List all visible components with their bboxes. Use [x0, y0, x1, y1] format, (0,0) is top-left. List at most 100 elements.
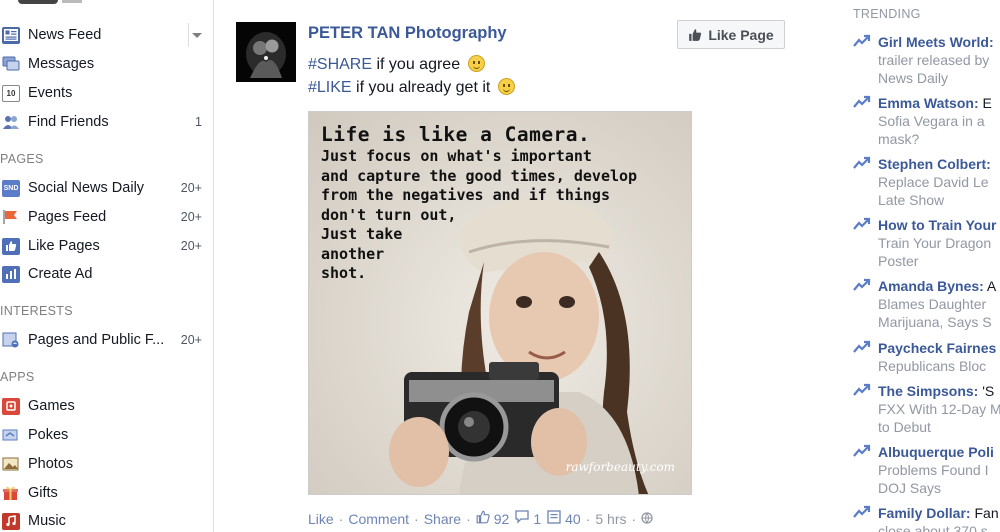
sidebar-item-news-feed[interactable]: News Feed	[0, 23, 210, 47]
left-sidebar: News Feed Messages 10 Events Find Friend…	[0, 0, 214, 532]
sidebar-item-gifts[interactable]: Gifts	[0, 481, 210, 505]
sidebar-item-pokes[interactable]: Pokes	[0, 423, 210, 447]
chevron-down-icon[interactable]	[192, 32, 202, 38]
trending-title[interactable]: Emma Watson: E	[878, 94, 992, 112]
trending-arrow-icon	[853, 34, 871, 47]
trending-title[interactable]: The Simpsons: 'S	[878, 382, 994, 400]
trending-desc-line: trailer released by	[878, 52, 990, 68]
trending-title-text: The Simpsons:	[878, 383, 979, 399]
pages-feed-icon	[2, 208, 20, 226]
trending-title[interactable]: Paycheck Fairnes	[878, 339, 996, 357]
events-icon: 10	[2, 84, 20, 102]
sidebar-item-create-ad[interactable]: Create Ad	[0, 262, 210, 286]
snd-icon: SND	[2, 179, 20, 197]
separator-dot: ·	[631, 510, 637, 527]
create-ad-icon	[2, 265, 20, 283]
comment-link[interactable]: Comment	[348, 511, 409, 527]
profile-avatar-crop[interactable]	[18, 0, 58, 4]
news-feed-icon	[2, 26, 20, 44]
trending-title[interactable]: Girl Meets World:	[878, 33, 994, 51]
post-photo[interactable]: Life is like a Camera. Just focus on wha…	[308, 111, 692, 495]
thumbs-up-icon	[476, 510, 490, 527]
sidebar-item-count: 20+	[180, 239, 202, 253]
feed-post: PETER TAN Photography Like Page #SHARE i…	[236, 0, 796, 532]
trending-arrow-icon	[853, 217, 871, 230]
sidebar-item-label: Pages Feed	[28, 209, 107, 225]
trending-title-text: Amanda Bynes:	[878, 278, 984, 294]
trending-description: Train Your Dragon Poster	[878, 234, 1000, 270]
games-icon	[2, 397, 20, 415]
likes-count[interactable]: 92	[494, 511, 510, 527]
sidebar-item-label: Events	[28, 85, 73, 101]
thumbs-up-icon	[689, 28, 702, 41]
find-friends-icon	[2, 113, 20, 131]
sidebar-item-pages-public-feeds[interactable]: Pages and Public F... 20+	[0, 328, 210, 352]
quote-line: Just take	[321, 225, 403, 243]
post-timestamp[interactable]: 5 hrs	[595, 511, 626, 527]
like-page-label: Like Page	[708, 26, 774, 43]
profile-name-crop[interactable]	[62, 0, 82, 3]
trending-title[interactable]: Family Dollar: Fan	[878, 504, 999, 522]
separator-dot: ·	[466, 510, 471, 527]
trending-title-tail: E	[978, 95, 992, 111]
trending-arrow-icon	[853, 156, 871, 169]
globe-icon[interactable]	[641, 511, 653, 527]
trending-title[interactable]: Amanda Bynes: A	[878, 277, 996, 295]
page-avatar[interactable]	[236, 22, 296, 82]
quote-line: don't turn out,	[321, 205, 457, 224]
trending-desc-line: Republicans Bloc	[878, 358, 987, 374]
separator-dot: ·	[414, 510, 419, 527]
trending-arrow-icon	[853, 340, 871, 353]
sidebar-item-music[interactable]: Music	[0, 509, 210, 532]
trending-arrow-icon	[853, 95, 871, 108]
trending-title[interactable]: Albuquerque Poli	[878, 443, 994, 461]
sidebar-item-label: Create Ad	[28, 266, 93, 282]
trending-arrow-icon	[853, 383, 871, 396]
trending-title-text: Family Dollar:	[878, 505, 971, 521]
comments-count[interactable]: 1	[533, 511, 541, 527]
trending-desc-line: Replace David Le	[878, 174, 989, 190]
sidebar-item-label: Messages	[28, 56, 95, 72]
trending-title-tail: 'S	[978, 383, 995, 399]
like-link[interactable]: Like	[308, 511, 334, 527]
sidebar-item-photos[interactable]: Photos	[0, 452, 210, 476]
sidebar-item-label: Social News Daily	[28, 180, 145, 196]
trending-desc-line: Train Your Dragon	[878, 235, 992, 251]
sidebar-item-like-pages[interactable]: Like Pages 20+	[0, 234, 210, 258]
sidebar-item-pages-feed[interactable]: Pages Feed 20+	[0, 205, 210, 229]
hashtag-link[interactable]: #LIKE	[308, 79, 352, 96]
share-icon	[547, 510, 561, 527]
separator-dot: ·	[338, 510, 344, 527]
gifts-icon	[2, 484, 20, 502]
quote-title: Life is like a Camera.	[321, 123, 591, 146]
shares-count[interactable]: 40	[565, 511, 581, 527]
trending-title-tail: Fan	[970, 505, 999, 521]
post-author-link[interactable]: PETER TAN Photography	[308, 24, 507, 43]
sidebar-section-pages: PAGES	[0, 152, 44, 166]
trending-arrow-icon	[853, 278, 871, 291]
sidebar-item-games[interactable]: Games	[0, 394, 210, 418]
trending-desc-line: Poster	[878, 253, 919, 269]
trending-title[interactable]: How to Train Your	[878, 216, 997, 234]
share-link[interactable]: Share	[424, 511, 461, 527]
sidebar-item-label: Pokes	[28, 427, 69, 443]
sidebar-item-events[interactable]: 10 Events	[0, 81, 210, 105]
trending-description: FXX With 12-Day M to Debut	[878, 400, 1000, 436]
sidebar-item-messages[interactable]: Messages	[0, 52, 210, 76]
sidebar-item-count: 20+	[180, 210, 202, 224]
sidebar-item-label: Photos	[28, 456, 74, 472]
sidebar-item-social-news-daily[interactable]: SND Social News Daily 20+	[0, 176, 210, 200]
post-text: if you agree	[372, 56, 461, 73]
photos-icon	[2, 455, 20, 473]
separator-dot: ·	[585, 510, 591, 527]
post-actions-bar: Like · Comment · Share · 92 1 40 · 5 hrs…	[308, 510, 657, 527]
trending-title[interactable]: Stephen Colbert:	[878, 155, 991, 173]
trending-title-tail: A	[983, 278, 997, 294]
like-page-button[interactable]: Like Page	[677, 20, 785, 49]
trending-desc-line: Problems Found I	[878, 462, 989, 478]
sidebar-item-find-friends[interactable]: Find Friends 1	[0, 110, 210, 134]
hashtag-link[interactable]: #SHARE	[308, 56, 372, 73]
post-text: if you already get it	[351, 79, 491, 96]
quote-line: Just focus on what's important	[321, 147, 592, 165]
trending-description: Problems Found I DOJ Says	[878, 461, 1000, 497]
